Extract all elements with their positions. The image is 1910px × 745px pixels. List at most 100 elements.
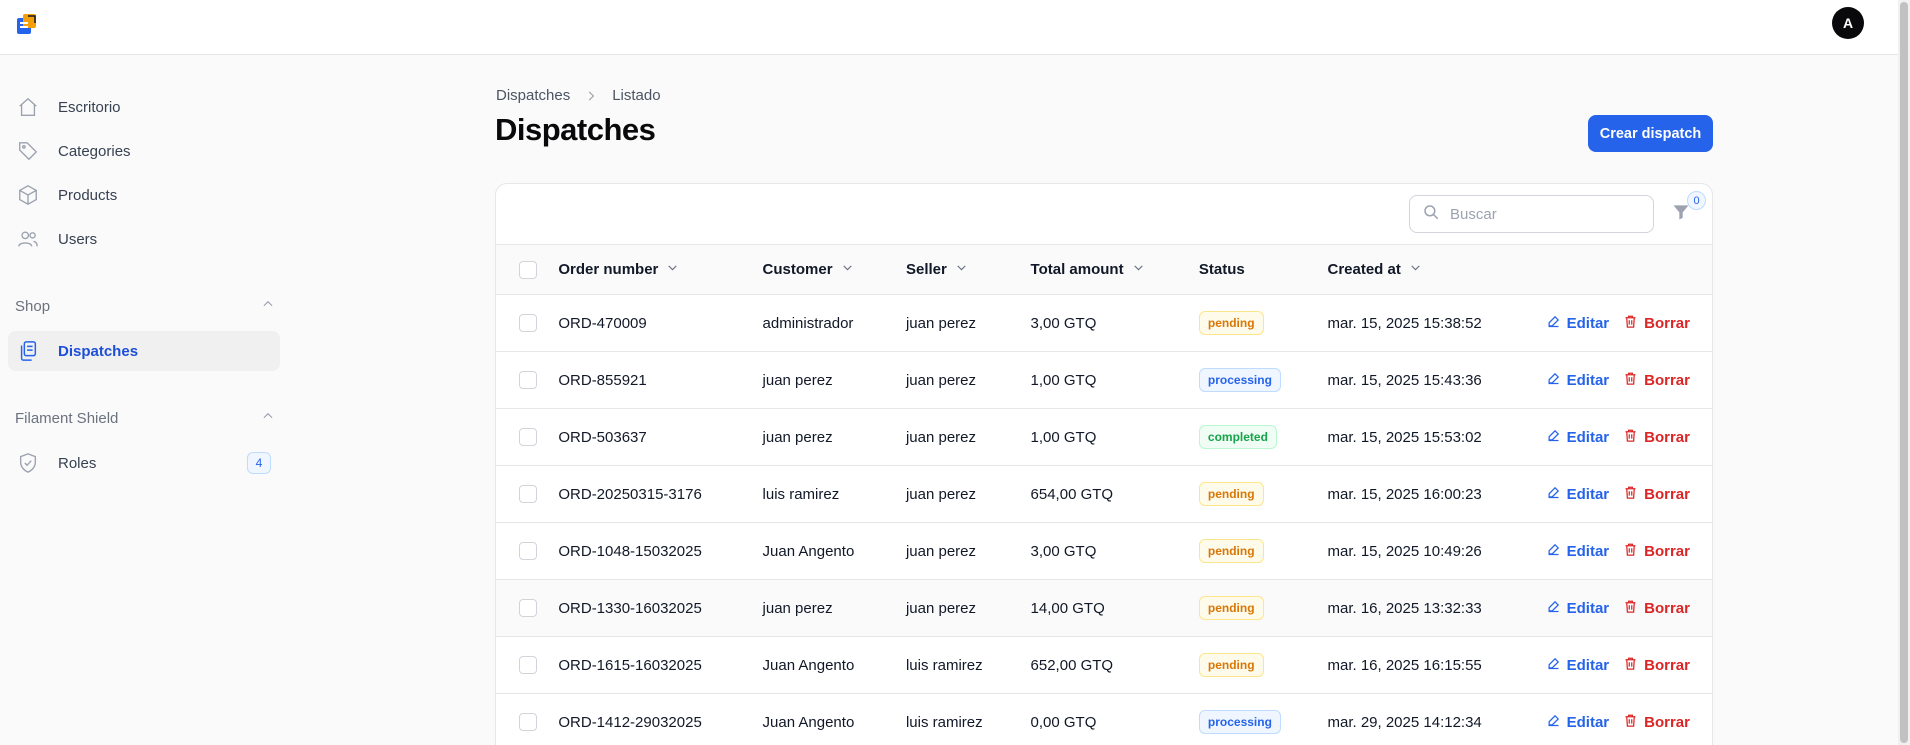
chevron-down-icon (955, 261, 968, 278)
total-amount-cell: 0,00 GTQ (1030, 713, 1097, 731)
total-amount-cell: 1,00 GTQ (1030, 371, 1097, 389)
edit-button[interactable]: Editar (1546, 428, 1609, 447)
app-logo-icon[interactable] (15, 12, 39, 36)
header-select-cell (496, 245, 558, 295)
delete-label: Borrar (1644, 542, 1690, 560)
search-box (1409, 195, 1654, 233)
table-row[interactable]: ORD-855921 juan perez juan perez 1,00 GTQ pr… (496, 352, 1712, 409)
edit-icon (1546, 371, 1561, 390)
column-header-created[interactable]: Created at (1327, 245, 1545, 295)
delete-button[interactable]: Borrar (1623, 371, 1690, 390)
row-checkbox[interactable] (519, 371, 537, 390)
user-avatar[interactable]: A (1832, 7, 1864, 39)
row-checkbox[interactable] (519, 314, 537, 333)
sidebar-group-label: Filament Shield (15, 409, 119, 427)
table-row[interactable]: ORD-20250315-3176 luis ramirez juan perez 6… (496, 466, 1712, 523)
chevron-up-icon[interactable] (261, 297, 275, 316)
trash-icon (1623, 542, 1638, 561)
created-at-cell: mar. 15, 2025 15:38:52 (1327, 314, 1482, 332)
sidebar-item-escritorio[interactable]: Escritorio (8, 87, 280, 127)
search-icon (1422, 203, 1440, 226)
page-title: Dispatches (495, 112, 656, 147)
row-checkbox[interactable] (519, 656, 537, 675)
roles-count-badge: 4 (247, 452, 271, 474)
chevron-down-icon (841, 261, 854, 278)
home-icon (16, 95, 40, 119)
column-header-total[interactable]: Total amount (1031, 245, 1199, 295)
edit-icon (1546, 542, 1561, 561)
sidebar-item-label: Escritorio (58, 98, 121, 116)
sidebar-group-filament-shield[interactable]: Filament Shield (15, 406, 275, 430)
edit-button[interactable]: Editar (1546, 542, 1610, 561)
edit-label: Editar (1566, 713, 1610, 731)
chevron-up-icon[interactable] (261, 409, 275, 428)
edit-button[interactable]: Editar (1546, 371, 1609, 390)
column-header-label: Created at (1327, 261, 1401, 278)
trash-icon (1623, 371, 1638, 390)
delete-button[interactable]: Borrar (1623, 428, 1690, 447)
actions-cell: Editar Borrar (1546, 466, 1712, 523)
edit-button[interactable]: Editar (1546, 713, 1610, 732)
delete-button[interactable]: Borrar (1623, 713, 1690, 732)
row-checkbox[interactable] (519, 542, 537, 561)
status-badge: pending (1198, 311, 1264, 335)
trash-icon (1623, 656, 1638, 675)
edit-button[interactable]: Editar (1546, 599, 1609, 618)
column-header-status: Status (1199, 245, 1328, 295)
actions-cell: Editar Borrar (1546, 352, 1712, 409)
breadcrumb-link-dispatches[interactable]: Dispatches (496, 87, 570, 104)
sidebar-item-products[interactable]: Products (8, 175, 280, 215)
row-checkbox[interactable] (519, 713, 537, 732)
dispatches-table: Order number Customer Seller Total amoun… (496, 244, 1712, 745)
page-scrollbar[interactable] (1898, 0, 1910, 745)
column-header-seller[interactable]: Seller (906, 245, 1031, 295)
table-row[interactable]: ORD-1048-15032025 Juan Angento juan perez 3… (496, 523, 1712, 580)
search-input[interactable] (1450, 205, 1630, 223)
edit-button[interactable]: Editar (1546, 314, 1609, 333)
row-checkbox[interactable] (519, 428, 537, 447)
edit-button[interactable]: Editar (1546, 656, 1609, 675)
status-cell: pending (1198, 523, 1328, 580)
row-checkbox[interactable] (519, 599, 537, 618)
sidebar-group-shop[interactable]: Shop (15, 294, 275, 318)
customer-cell: Juan Angento (762, 656, 855, 674)
table-row[interactable]: ORD-1412-29032025 Juan Angento luis ramire… (496, 694, 1712, 745)
edit-button[interactable]: Editar (1546, 485, 1609, 504)
status-badge: pending (1198, 653, 1264, 677)
delete-button[interactable]: Borrar (1623, 314, 1690, 333)
clipboard-icon (16, 339, 40, 363)
table-row[interactable]: ORD-470009 administrador juan perez 3,00 GT… (496, 295, 1712, 352)
delete-button[interactable]: Borrar (1623, 656, 1690, 675)
scrollbar-thumb[interactable] (1900, 2, 1908, 743)
create-dispatch-button[interactable]: Crear dispatch (1588, 115, 1713, 152)
row-checkbox[interactable] (519, 485, 537, 504)
seller-cell: juan perez (905, 428, 977, 446)
status-badge: pending (1198, 596, 1264, 620)
customer-cell: Juan Angento (762, 542, 855, 560)
row-select-cell (496, 694, 558, 745)
shield-icon (16, 451, 40, 475)
status-cell: completed (1198, 409, 1328, 466)
delete-button[interactable]: Borrar (1623, 542, 1690, 561)
table-row[interactable]: ORD-1330-16032025 juan perez juan perez 14,… (496, 579, 1712, 637)
users-icon (16, 227, 40, 251)
column-header-order[interactable]: Order number (558, 245, 762, 295)
table-row[interactable]: ORD-1615-16032025 Juan Angento luis ramire… (496, 637, 1712, 694)
delete-button[interactable]: Borrar (1623, 599, 1690, 618)
sidebar-item-roles[interactable]: Roles (8, 443, 280, 483)
sidebar-item-users[interactable]: Users (8, 219, 280, 259)
edit-icon (1546, 713, 1561, 732)
edit-label: Editar (1566, 542, 1610, 560)
sidebar-item-categories[interactable]: Categories (8, 131, 280, 171)
column-header-customer[interactable]: Customer (763, 245, 906, 295)
sidebar-item-dispatches[interactable]: Dispatches (8, 331, 280, 371)
total-amount-cell: 652,00 GTQ (1030, 656, 1114, 674)
delete-label: Borrar (1644, 485, 1690, 503)
sidebar: Escritorio Categories Products Users Sho… (0, 56, 290, 745)
seller-cell: luis ramirez (905, 713, 983, 731)
delete-button[interactable]: Borrar (1623, 485, 1690, 504)
seller-cell: juan perez (905, 485, 977, 503)
order-number-cell: ORD-1615-16032025 (558, 656, 702, 674)
select-all-checkbox[interactable] (519, 260, 537, 279)
table-row[interactable]: ORD-503637 juan perez juan perez 1,00 GTQ co… (496, 409, 1712, 466)
